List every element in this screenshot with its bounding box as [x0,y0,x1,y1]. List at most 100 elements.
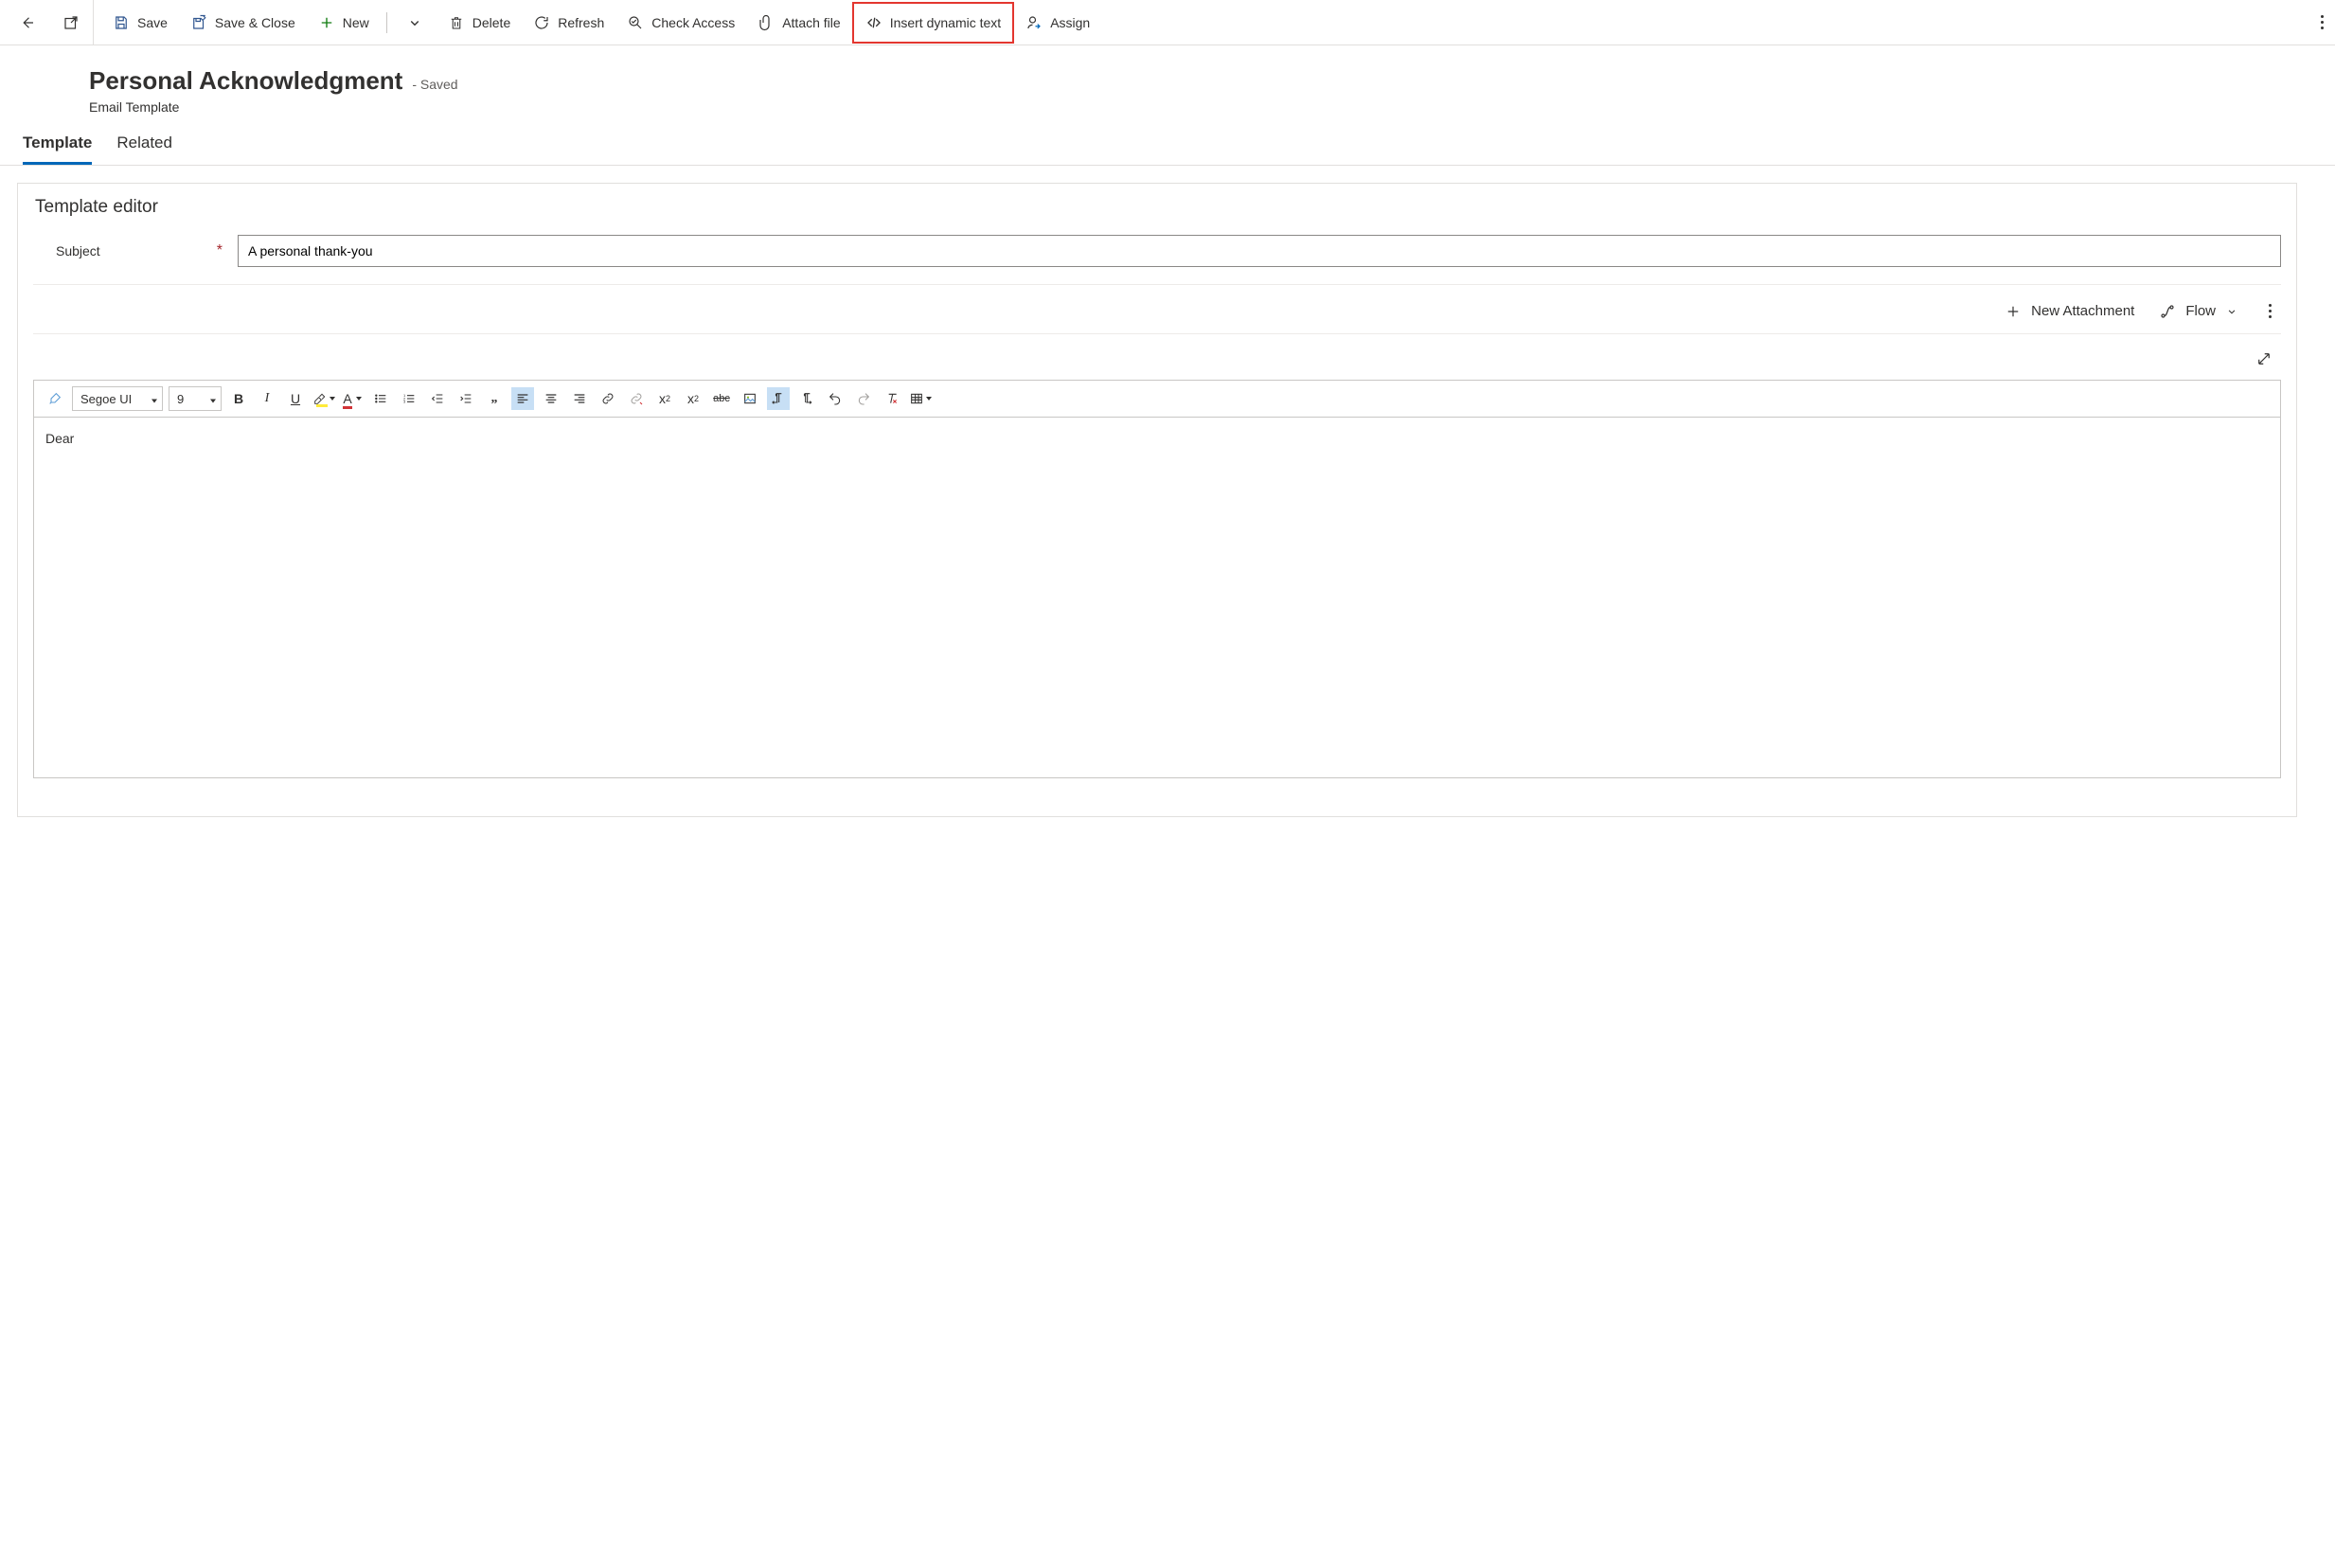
trash-icon [448,14,465,31]
separator [386,12,387,33]
align-right-button[interactable] [568,387,591,410]
blockquote-button[interactable]: „ [483,387,506,410]
bullet-list-button[interactable] [369,387,392,410]
chevron-down-icon [406,14,423,31]
popout-button[interactable] [49,2,93,44]
save-button[interactable]: Save [101,2,179,44]
save-icon [113,14,130,31]
chevron-down-icon [2225,305,2238,318]
new-button[interactable]: New [307,2,381,44]
paintbrush-icon [47,391,62,406]
subscript-button[interactable]: x2 [682,387,704,410]
save-close-icon [190,14,207,31]
align-center-icon [544,391,559,406]
insert-dynamic-text-button[interactable]: Insert dynamic text [852,2,1015,44]
flow-label: Flow [2185,303,2216,319]
font-color-button[interactable]: A [341,387,364,410]
superscript-button[interactable]: x2 [653,387,676,410]
save-state: - Saved [412,77,457,92]
nav-group [6,0,94,45]
rte-body[interactable]: Dear [34,418,2280,777]
new-attachment-label: New Attachment [2031,303,2134,319]
ltr-button[interactable] [767,387,790,410]
entity-name: Email Template [89,99,2312,115]
back-button[interactable] [6,2,49,44]
subject-row: Subject * [33,235,2281,267]
save-label: Save [137,15,168,30]
check-access-button[interactable]: Check Access [615,2,746,44]
undo-button[interactable] [824,387,847,410]
outdent-icon [430,391,445,406]
overflow-menu-button[interactable] [2315,9,2329,35]
font-name-value: Segoe UI [80,392,132,406]
clear-format-icon [884,391,900,406]
highlight-color-button[interactable] [312,387,335,410]
rte-toolbar: Segoe UI 9 B I U A [34,381,2280,418]
strikethrough-button[interactable]: abc [710,387,733,410]
unlink-icon [629,391,644,406]
code-icon [865,14,882,31]
required-marker: * [217,242,223,259]
outdent-button[interactable] [426,387,449,410]
expand-row [33,334,2281,380]
assign-icon [1025,14,1043,31]
align-left-button[interactable] [511,387,534,410]
redo-icon [856,391,871,406]
new-label: New [343,15,369,30]
plus-icon [318,14,335,31]
link-icon [600,391,615,406]
underline-button[interactable]: U [284,387,307,410]
assign-label: Assign [1050,15,1090,30]
bullet-list-icon [373,391,388,406]
tab-strip: Template Related [0,115,2335,166]
font-name-select[interactable]: Segoe UI [72,386,163,411]
svg-text:3: 3 [403,400,406,404]
flow-button[interactable]: Flow [2159,303,2238,320]
subject-input[interactable] [238,235,2281,267]
refresh-button[interactable]: Refresh [522,2,615,44]
redo-button[interactable] [852,387,875,410]
rtl-icon [799,391,814,406]
tab-related[interactable]: Related [116,134,172,165]
command-bar: Save Save & Close New Delete Refresh Che… [0,0,2335,45]
insert-dynamic-label: Insert dynamic text [890,15,1002,30]
insert-image-button[interactable] [739,387,761,410]
rtl-button[interactable] [795,387,818,410]
clear-format-button[interactable] [881,387,903,410]
expand-button[interactable] [2253,347,2275,370]
new-attachment-button[interactable]: New Attachment [2005,303,2134,320]
bold-button[interactable]: B [227,387,250,410]
undo-icon [828,391,843,406]
table-button[interactable] [909,387,932,410]
popout-icon [62,14,80,31]
paperclip-icon [758,14,775,31]
sub-overflow-button[interactable] [2263,298,2277,324]
align-center-button[interactable] [540,387,562,410]
attach-file-label: Attach file [782,15,840,30]
check-access-label: Check Access [651,15,735,30]
save-close-label: Save & Close [215,15,295,30]
font-size-select[interactable]: 9 [169,386,222,411]
link-button[interactable] [597,387,619,410]
delete-button[interactable]: Delete [437,2,522,44]
align-right-icon [572,391,587,406]
page-header: Personal Acknowledgment - Saved Email Te… [0,45,2335,115]
refresh-icon [533,14,550,31]
table-icon [909,391,924,406]
assign-button[interactable]: Assign [1014,2,1101,44]
content-area: Template editor Subject * New Attachment… [0,166,2335,817]
indent-button[interactable] [455,387,477,410]
format-painter-button[interactable] [44,387,66,410]
attach-file-button[interactable]: Attach file [746,2,851,44]
rich-text-editor: Segoe UI 9 B I U A [33,380,2281,778]
refresh-label: Refresh [558,15,604,30]
save-close-button[interactable]: Save & Close [179,2,307,44]
italic-button[interactable]: I [256,387,278,410]
page-title: Personal Acknowledgment [89,66,402,96]
align-left-icon [515,391,530,406]
tab-template[interactable]: Template [23,134,92,165]
unlink-button[interactable] [625,387,648,410]
arrow-left-icon [19,14,36,31]
new-dropdown-button[interactable] [393,2,437,44]
number-list-button[interactable]: 123 [398,387,420,410]
